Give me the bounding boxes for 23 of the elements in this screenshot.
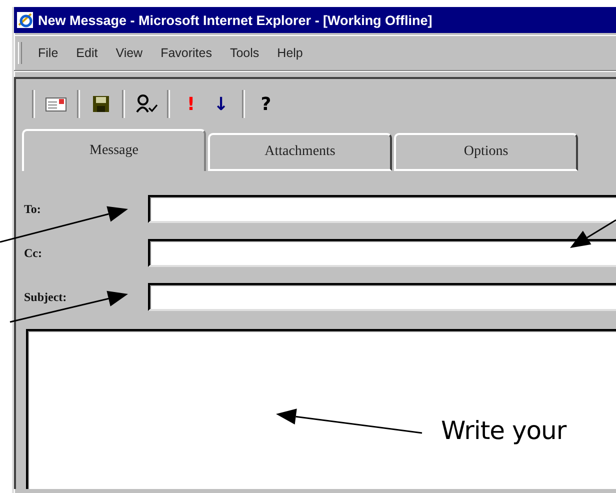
input-field[interactable]	[148, 239, 616, 267]
field-label: To:	[24, 202, 42, 216]
tab[interactable]: Attachments	[208, 133, 392, 171]
menu-item[interactable]: Tools	[222, 44, 268, 62]
field-label: Subject:	[24, 290, 68, 304]
menu-item[interactable]: View	[108, 44, 151, 62]
field-label: Cc:	[24, 246, 43, 260]
toolbar-button[interactable]: ↓	[206, 89, 236, 119]
menu-item[interactable]: Edit	[68, 44, 106, 62]
person-check-icon	[134, 94, 158, 114]
menu-item[interactable]: Favorites	[152, 44, 220, 62]
input-field[interactable]	[148, 283, 616, 311]
menu-item[interactable]: File	[30, 44, 66, 62]
menu-item[interactable]: Help	[269, 44, 311, 62]
tab[interactable]: Options	[394, 133, 578, 171]
app-icon	[16, 11, 34, 29]
input-field[interactable]	[148, 195, 616, 223]
window-title: New Message - Microsoft Internet Explorer - [Working Offline]	[38, 12, 432, 28]
toolbar-button[interactable]: ?	[251, 89, 281, 119]
annotation-arrow	[570, 219, 616, 248]
annotation-text: Write your	[441, 416, 566, 445]
tab[interactable]: Message	[22, 129, 206, 171]
message-body-field[interactable]	[26, 329, 616, 489]
